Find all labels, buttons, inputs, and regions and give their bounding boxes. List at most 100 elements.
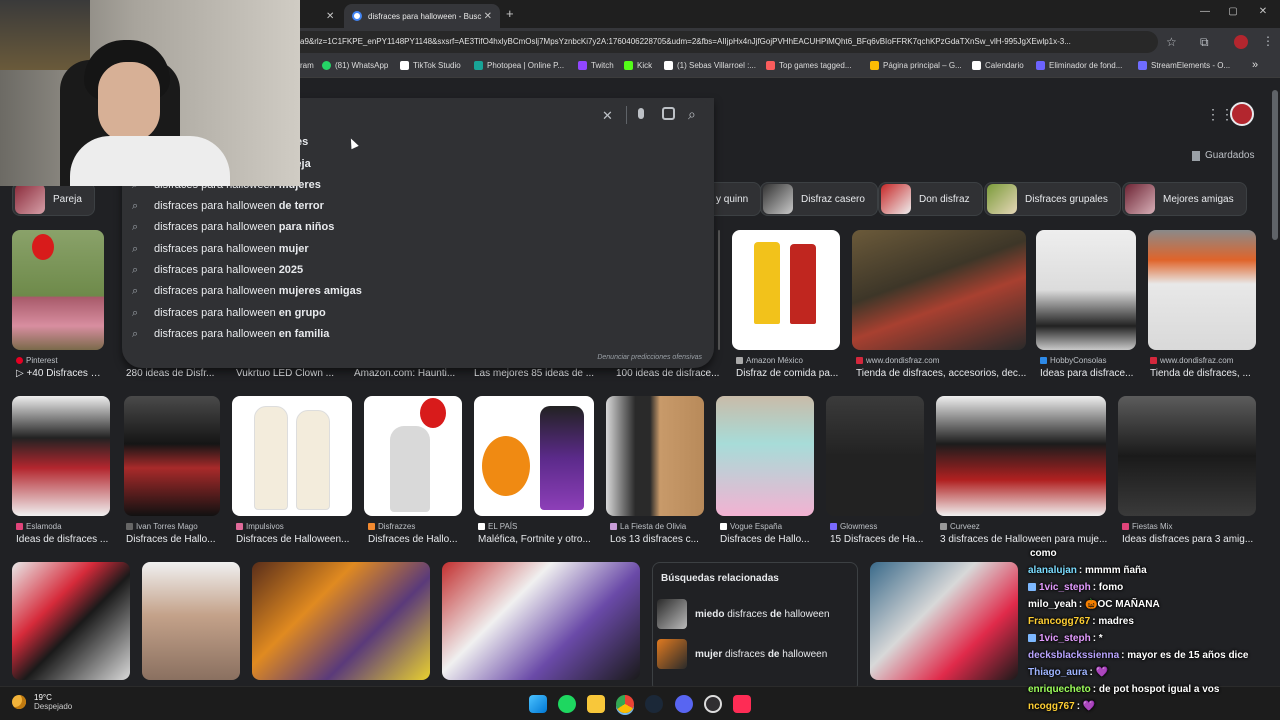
chip-harley-quinn[interactable]: y quinn [714, 182, 762, 216]
image-caption[interactable]: Disfraces de Hallo... [720, 534, 816, 545]
image-result[interactable] [252, 562, 430, 680]
extensions-icon[interactable]: ⧉ [1200, 35, 1209, 50]
suggestion-item[interactable]: ⌕ disfraces para halloween mujer [132, 239, 309, 259]
image-result[interactable] [124, 396, 220, 516]
chip-disfraz-casero[interactable]: Disfraz casero [760, 182, 878, 216]
bookmark-item[interactable]: TikTok Studio [400, 61, 461, 70]
chip-don-disfraz[interactable]: Don disfraz [878, 182, 983, 216]
image-caption[interactable]: Disfraces de Hallo... [368, 534, 464, 545]
restore-button[interactable]: ▢ [1218, 6, 1248, 17]
bookmark-item[interactable]: Top games tagged... [766, 61, 852, 70]
bookmark-item[interactable]: Calendario [972, 61, 1024, 70]
image-result[interactable] [718, 230, 720, 350]
report-predictions-link[interactable]: Denunciar predicciones ofensivas [597, 354, 702, 361]
suggestion-item[interactable]: ⌕ disfraces para halloween en grupo [132, 303, 326, 323]
image-result[interactable] [826, 396, 924, 516]
tab-inactive[interactable]: ✕ [300, 4, 342, 28]
image-result[interactable] [870, 562, 1018, 680]
address-bar[interactable]: a9&rlz=1C1FKPE_enPY1148PY1148&sxsrf=AE3T… [290, 31, 1158, 53]
image-result[interactable] [716, 396, 814, 516]
chip-pareja[interactable]: Pareja [12, 182, 95, 216]
image-result[interactable] [1148, 230, 1256, 350]
discord-icon[interactable] [675, 695, 693, 713]
bookmark-item[interactable]: StreamElements - O... [1138, 61, 1230, 70]
chip-disfraces-grupales[interactable]: Disfraces grupales [984, 182, 1121, 216]
file-explorer-icon[interactable] [587, 695, 605, 713]
image-result[interactable] [1036, 230, 1136, 350]
saved-link[interactable]: Guardados [1192, 150, 1254, 161]
image-result[interactable] [1118, 396, 1256, 516]
image-result[interactable] [12, 396, 110, 516]
camera-lens-icon[interactable] [662, 107, 675, 120]
search-submit-icon[interactable]: ⌕ [688, 106, 696, 123]
suggestion-item[interactable]: ⌕ disfraces para halloween para niños [132, 217, 334, 237]
bookmark-item[interactable]: ram [300, 61, 314, 70]
suggestion-item[interactable]: ⌕ disfraces para halloween mujeres amigas [132, 281, 362, 301]
account-avatar[interactable] [1230, 102, 1254, 126]
image-caption[interactable]: 15 Disfraces de Ha... [830, 534, 926, 545]
image-result[interactable] [142, 562, 240, 680]
related-search-item[interactable]: mujer disfraces de halloween [657, 637, 827, 671]
image-caption[interactable]: 280 ideas de Disfr... [126, 368, 220, 379]
bookmark-item[interactable]: Página principal – G... [870, 61, 962, 70]
image-result[interactable] [606, 396, 704, 516]
image-result[interactable] [232, 396, 352, 516]
clear-search-icon[interactable]: ✕ [602, 108, 613, 124]
image-caption[interactable]: Ideas para disfrace... [1040, 368, 1138, 379]
bookmarks-more-button[interactable]: » [1252, 59, 1258, 71]
image-result[interactable] [364, 396, 462, 516]
image-result[interactable] [732, 230, 840, 350]
image-caption[interactable]: Disfraz de comida pa... [736, 368, 840, 379]
image-caption[interactable]: Tienda de disfraces, accesorios, dec... [856, 368, 1028, 379]
weather-widget[interactable]: 19°C Despejado [12, 693, 72, 711]
image-caption[interactable]: 100 ideas de disfrace... [616, 368, 720, 379]
microphone-icon[interactable] [638, 108, 644, 119]
scrollbar-thumb[interactable] [1272, 90, 1278, 240]
chip-mejores-amigas[interactable]: Mejores amigas [1122, 182, 1247, 216]
image-result[interactable] [442, 562, 640, 680]
steam-icon[interactable] [645, 695, 663, 713]
image-source: Vogue España [720, 522, 782, 531]
minimize-button[interactable]: — [1190, 6, 1220, 17]
image-result[interactable] [12, 230, 104, 350]
suggestion-item[interactable]: ⌕ disfraces para halloween en familia [132, 324, 329, 344]
tab-close-icon[interactable]: ✕ [484, 11, 492, 22]
related-search-item[interactable]: miedo disfraces de halloween [657, 597, 830, 631]
tab-active[interactable]: disfraces para halloween - Busc ✕ [344, 4, 500, 28]
close-window-button[interactable]: ✕ [1248, 6, 1278, 17]
image-caption[interactable]: Los 13 disfraces c... [610, 534, 706, 545]
suggestion-item[interactable]: ⌕ disfraces para halloween 2025 [132, 260, 303, 280]
image-result[interactable] [12, 562, 130, 680]
image-caption[interactable]: Tienda de disfraces, ... [1150, 368, 1256, 379]
menu-kebab-icon[interactable]: ⋮ [1262, 34, 1274, 48]
bookmark-star-icon[interactable]: ☆ [1166, 35, 1177, 49]
image-caption[interactable]: Vukrtuo LED Clown ... [236, 368, 340, 379]
bookmark-item[interactable]: Kick [624, 61, 652, 70]
image-result[interactable] [852, 230, 1026, 350]
bookmark-item[interactable]: Twitch [578, 61, 614, 70]
bookmark-item[interactable]: Eliminador de fond... [1036, 61, 1122, 70]
image-caption[interactable]: Las mejores 85 ideas de ... [474, 368, 596, 379]
image-caption[interactable]: Maléfica, Fortnite y otro... [478, 534, 596, 545]
new-tab-button[interactable]: + [506, 6, 514, 21]
windows-start-icon[interactable] [529, 695, 547, 713]
profile-avatar[interactable] [1234, 35, 1248, 49]
obs-icon[interactable] [704, 695, 722, 713]
bookmark-item[interactable]: Photopea | Online P... [474, 61, 564, 70]
image-caption[interactable]: Disfraces de Halloween... [236, 534, 354, 545]
fiestasmix-icon [1122, 523, 1129, 530]
suggestion-item[interactable]: ⌕ disfraces para halloween de terror [132, 196, 324, 216]
chrome-icon[interactable] [616, 695, 634, 713]
tab-inactive-close-icon[interactable]: ✕ [326, 11, 334, 22]
image-result[interactable] [474, 396, 594, 516]
image-caption[interactable]: Amazon.com: Haunti... [354, 368, 460, 379]
image-caption[interactable]: Disfraces de Hallo... [126, 534, 222, 545]
bookmark-item[interactable]: (1) Sebas Villarroel :... [664, 61, 756, 70]
tiktok-live-icon[interactable] [733, 695, 751, 713]
chat-message: milo_yeah: 🎃OC MAÑANA [1028, 599, 1160, 610]
bookmark-item[interactable]: (81) WhatsApp [322, 61, 388, 70]
image-caption[interactable]: Ideas de disfraces ... [16, 534, 112, 545]
image-result[interactable] [936, 396, 1106, 516]
spotify-icon[interactable] [558, 695, 576, 713]
image-caption[interactable]: ▷ +40 Disfraces C... [16, 368, 106, 379]
